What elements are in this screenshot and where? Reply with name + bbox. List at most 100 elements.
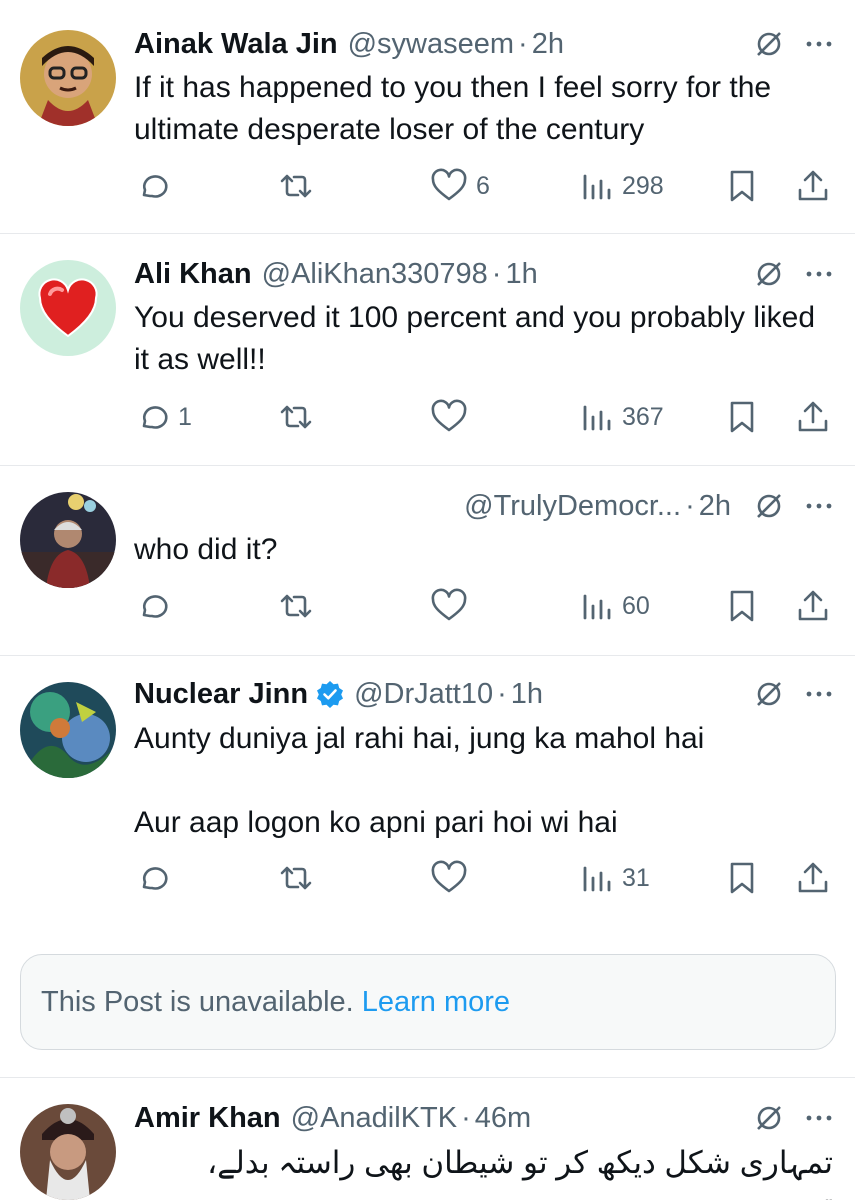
author-handle[interactable]: @AliKhan330798 [262,258,488,291]
repost-icon [280,405,312,429]
like-button[interactable]: 6 [430,166,490,206]
reply-button[interactable] [134,166,178,206]
post-3[interactable]: Nuclear Jinn @DrJatt10 · 1h Aunty duniya… [0,656,855,936]
separator-dot: · [461,1101,471,1134]
repost-button[interactable] [276,586,324,626]
separator-dot: · [497,677,507,710]
more-icon[interactable] [803,28,835,60]
grok-icon[interactable] [753,490,785,522]
post-2[interactable]: @TrulyDemocr... · 2h who did it? 60 [0,466,855,656]
grok-icon[interactable] [753,678,785,710]
reply-button[interactable]: 1 [134,397,192,437]
avatar-image [20,260,116,356]
repost-icon [280,174,312,198]
grok-icon[interactable] [753,28,785,60]
share-icon [798,862,828,893]
views-icon [583,594,611,620]
share-button[interactable] [796,586,830,626]
views-button[interactable]: 367 [580,397,664,437]
post-text: You deserved it 100 percent and you prob… [134,297,833,381]
post-4[interactable]: Amir Khan @AnadilKTK · 46m تمہاری شکل دی… [0,1078,855,1200]
share-icon [798,170,828,201]
author-name[interactable]: Ainak Wala Jin [134,28,338,61]
post-time[interactable]: 46m [475,1102,531,1135]
views-button[interactable]: 31 [580,858,650,898]
repost-button[interactable] [276,166,324,206]
heart-icon [431,588,467,621]
post-1[interactable]: Ali Khan @AliKhan330798 · 1h You deserve… [0,234,855,466]
avatar[interactable] [20,260,116,356]
post-text-line: You deserved it 100 percent and you prob… [134,301,816,376]
header-icons [753,1102,835,1134]
more-icon[interactable] [803,490,835,522]
separator-dot: · [491,257,502,290]
avatar-image [20,682,116,778]
grok-icon[interactable] [753,258,785,290]
learn-more-link[interactable]: Learn more [362,986,510,1019]
post-header: Ainak Wala Jin @sywaseem · 2h [134,22,835,66]
reply-button[interactable] [134,586,178,626]
bookmark-icon [730,862,754,894]
like-button[interactable] [430,397,476,437]
like-button[interactable] [430,586,476,626]
share-button[interactable] [796,858,830,898]
separator-dot: · [685,489,695,522]
post-text-line: Aur aap logon ko apni pari hoi wi hai [134,806,618,839]
unavailable-message: This Post is unavailable. [41,985,354,1018]
bookmark-icon [730,170,754,202]
author-name[interactable]: Nuclear Jinn [134,678,308,711]
post-text-line: who did it? [134,533,278,566]
grok-icon[interactable] [753,1102,785,1134]
author-handle[interactable]: @sywaseem [348,28,514,61]
action-bar: 31 [134,858,834,898]
bookmark-button[interactable] [726,166,758,206]
share-button[interactable] [796,166,830,206]
post-time[interactable]: 1h [511,678,543,711]
views-icon [583,174,611,200]
repost-button[interactable] [276,397,324,437]
like-button[interactable] [430,858,476,898]
bookmark-button[interactable] [726,586,758,626]
repost-button[interactable] [276,858,324,898]
views-button[interactable]: 298 [580,166,664,206]
post-text-line: If it has happened to you then I feel so… [134,71,772,146]
share-button[interactable] [796,397,830,437]
avatar-image [20,30,116,126]
bookmark-icon [730,401,754,433]
header-icons [753,28,835,60]
more-icon[interactable] [803,258,835,290]
bookmark-button[interactable] [726,397,758,437]
author-handle[interactable]: @TrulyDemocr... [464,490,681,523]
author-handle[interactable]: @DrJatt10 [354,678,493,711]
post-unavailable-notice: This Post is unavailable. Learn more [20,954,836,1050]
author-handle[interactable]: @AnadilKTK [291,1102,457,1135]
avatar[interactable] [20,30,116,126]
author-name[interactable]: Ali Khan [134,258,252,291]
post-time[interactable]: 2h [532,28,564,61]
avatar[interactable] [20,492,116,588]
views-button[interactable]: 60 [580,586,650,626]
post-header: Ali Khan @AliKhan330798 · 1h [134,252,835,296]
bookmark-button[interactable] [726,858,758,898]
reply-icon [142,867,168,890]
views-icon [583,405,611,431]
repost-icon [280,866,312,890]
post-0[interactable]: Ainak Wala Jin @sywaseem · 2h If it has … [0,0,855,234]
post-header: Amir Khan @AnadilKTK · 46m [134,1096,835,1140]
post-text-line: Aunty duniya jal rahi hai, jung ka mahol… [134,722,705,755]
verified-badge-icon [316,680,344,708]
avatar[interactable] [20,1104,116,1200]
more-icon[interactable] [803,1102,835,1134]
post-time[interactable]: 2h [699,490,731,523]
views-count: 31 [622,863,650,892]
post-time[interactable]: 1h [505,258,537,291]
author-name[interactable]: Amir Khan [134,1102,281,1135]
avatar[interactable] [20,682,116,778]
post-text-line: تمہاری شکل دیکھ کر تو شیطان بھی راستہ بد… [207,1145,833,1200]
reply-count: 1 [178,402,192,431]
reply-button[interactable] [134,858,178,898]
post-text: Aunty duniya jal rahi hai, jung ka mahol… [134,718,833,844]
action-bar: 60 [134,586,834,626]
share-icon [798,590,828,621]
more-icon[interactable] [803,678,835,710]
